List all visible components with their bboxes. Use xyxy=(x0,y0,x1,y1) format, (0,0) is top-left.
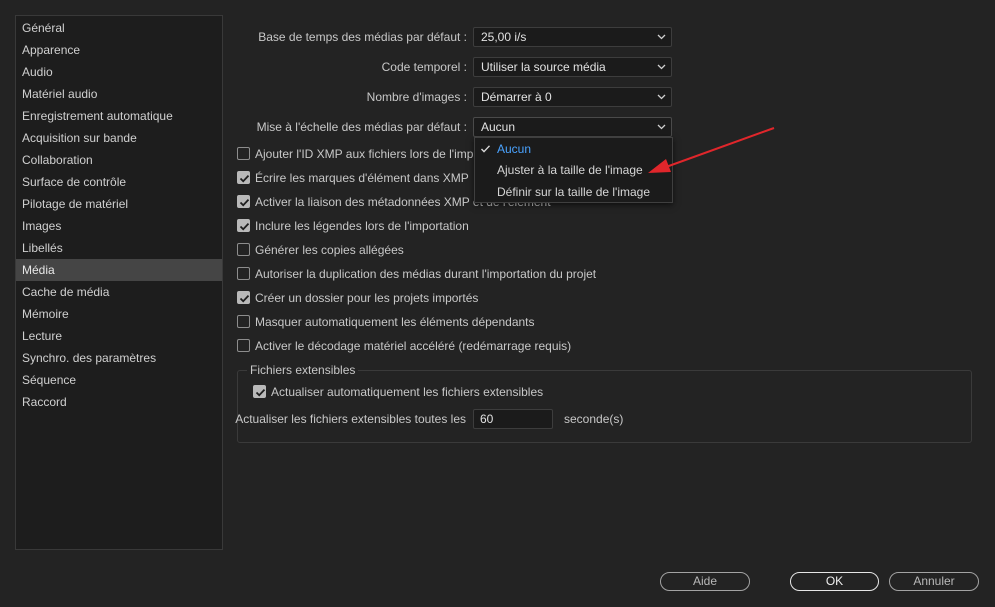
checkmark-icon xyxy=(239,198,250,207)
sidebar-item-auto-save[interactable]: Enregistrement automatique xyxy=(16,105,222,127)
timecode-label: Code temporel : xyxy=(381,60,467,74)
sidebar-item-sync-settings[interactable]: Synchro. des paramètres xyxy=(16,347,222,369)
ok-button[interactable]: OK xyxy=(790,572,879,591)
preferences-sidebar: Général Apparence Audio Matériel audio E… xyxy=(15,15,223,550)
scaling-label: Mise à l'échelle des médias par défaut : xyxy=(256,120,467,134)
checkmark-icon xyxy=(239,174,250,183)
cancel-button[interactable]: Annuler xyxy=(889,572,979,591)
menu-item-label: Définir sur la taille de l'image xyxy=(497,185,651,199)
checkbox[interactable] xyxy=(237,339,250,352)
sidebar-item-memory[interactable]: Mémoire xyxy=(16,303,222,325)
sidebar-item-general[interactable]: Général xyxy=(16,17,222,39)
timebase-row: Base de temps des médias par défaut : xyxy=(237,27,467,47)
frame-count-row: Nombre d'images : xyxy=(237,87,467,107)
checkbox[interactable] xyxy=(237,195,250,208)
checkbox-label: Créer un dossier pour les projets import… xyxy=(255,291,479,305)
timecode-select[interactable]: Utiliser la source média xyxy=(473,57,672,77)
checkbox[interactable] xyxy=(237,171,250,184)
menu-item-set-to-frame[interactable]: Définir sur la taille de l'image xyxy=(475,181,672,203)
frame-count-value: Démarrer à 0 xyxy=(481,90,552,104)
sidebar-item-labels[interactable]: Libellés xyxy=(16,237,222,259)
checkbox-label: Masquer automatiquement les éléments dép… xyxy=(255,315,535,329)
checkbox-label: Autoriser la duplication des médias dura… xyxy=(255,267,597,281)
checkmark-icon xyxy=(239,294,250,303)
checkbox[interactable] xyxy=(237,315,250,328)
growing-files-group xyxy=(237,370,972,443)
chevron-down-icon xyxy=(655,58,667,76)
checkmark-icon xyxy=(239,222,250,231)
sidebar-item-trim[interactable]: Raccord xyxy=(16,391,222,413)
menu-item-label: Aucun xyxy=(497,142,532,156)
checkbox[interactable] xyxy=(237,147,250,160)
refresh-interval-unit: seconde(s) xyxy=(564,412,624,426)
sidebar-item-media[interactable]: Média xyxy=(16,259,222,281)
checkbox-label: Inclure les légendes lors de l'importati… xyxy=(255,219,469,233)
annotation-arrow-icon xyxy=(648,127,775,173)
sidebar-item-appearance[interactable]: Apparence xyxy=(16,39,222,61)
sidebar-item-audio-hardware[interactable]: Matériel audio xyxy=(16,83,222,105)
checkmark-icon xyxy=(480,138,491,160)
help-button[interactable]: Aide xyxy=(660,572,750,591)
sidebar-item-device-control[interactable]: Pilotage de matériel xyxy=(16,193,222,215)
scaling-row: Mise à l'échelle des médias par défaut : xyxy=(237,117,467,137)
checkbox[interactable] xyxy=(237,267,250,280)
chevron-down-icon xyxy=(655,88,667,106)
frame-count-select[interactable]: Démarrer à 0 xyxy=(473,87,672,107)
timecode-row: Code temporel : xyxy=(237,57,467,77)
checkbox-label: Activer le décodage matériel accéléré (r… xyxy=(255,339,572,353)
frame-count-label: Nombre d'images : xyxy=(366,90,467,104)
sidebar-item-media-cache[interactable]: Cache de média xyxy=(16,281,222,303)
checkbox[interactable] xyxy=(237,243,250,256)
sidebar-item-graphics[interactable]: Images xyxy=(16,215,222,237)
timebase-select[interactable]: 25,00 i/s xyxy=(473,27,672,47)
growing-files-title: Fichiers extensibles xyxy=(247,363,359,377)
checkmark-icon xyxy=(255,388,266,397)
checkbox[interactable] xyxy=(237,291,250,304)
timecode-value: Utiliser la source média xyxy=(481,60,606,74)
sidebar-item-collaboration[interactable]: Collaboration xyxy=(16,149,222,171)
checkbox-label: Actualiser automatiquement les fichiers … xyxy=(271,385,544,399)
menu-item-label: Ajuster à la taille de l'image xyxy=(497,163,643,177)
refresh-interval-row: Actualiser les fichiers extensibles tout… xyxy=(235,409,466,429)
checkbox-label: Écrire les marques d'élément dans XMP xyxy=(255,171,469,185)
checkbox[interactable] xyxy=(237,219,250,232)
refresh-interval-input[interactable]: 60 xyxy=(473,409,553,429)
checkbox-label: Générer les copies allégées xyxy=(255,243,404,257)
sidebar-item-control-surface[interactable]: Surface de contrôle xyxy=(16,171,222,193)
checkbox[interactable] xyxy=(253,385,266,398)
timebase-label: Base de temps des médias par défaut : xyxy=(258,30,467,44)
sidebar-item-timeline[interactable]: Séquence xyxy=(16,369,222,391)
sidebar-item-audio[interactable]: Audio xyxy=(16,61,222,83)
chevron-down-icon xyxy=(655,28,667,46)
scaling-value: Aucun xyxy=(481,120,516,134)
timebase-value: 25,00 i/s xyxy=(481,30,527,44)
sidebar-item-capture[interactable]: Acquisition sur bande xyxy=(16,127,222,149)
refresh-interval-label: Actualiser les fichiers extensibles tout… xyxy=(235,412,466,426)
sidebar-item-playback[interactable]: Lecture xyxy=(16,325,222,347)
